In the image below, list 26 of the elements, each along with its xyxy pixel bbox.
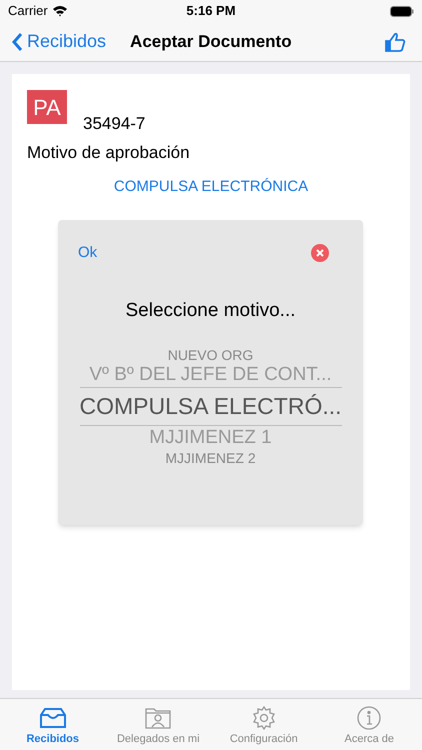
reason-label: Motivo de aprobación [27,142,191,164]
picker-option[interactable]: NUEVO ORG [168,347,254,363]
back-chevron-icon [12,32,23,52]
wifi-icon [52,5,68,17]
battery-icon [390,6,414,16]
thumbs-up-button[interactable] [384,30,406,52]
close-button[interactable] [311,244,329,262]
document-number: 35494-7 [83,112,146,134]
document-type-badge: PA [27,90,67,124]
inbox-icon [38,705,68,731]
status-time: 5:16 PM [186,2,236,20]
dialog-title: Seleccione motivo... [124,298,297,322]
tab-bar-item[interactable]: Delegados en mi [106,699,211,750]
picker-option[interactable]: MJJIMENEZ 1 [149,426,272,450]
picker-option[interactable]: Vº Bº DEL JEFE DE CONT... [89,363,332,387]
tab-bar-item[interactable]: Acerca de [316,699,422,750]
nav-title: Aceptar Documento [130,30,292,53]
tab-bar-item[interactable]: Configuración [211,699,316,750]
picker-option[interactable]: MJJIMENEZ 2 [165,450,256,466]
back-button[interactable]: Recibidos [12,28,106,55]
close-icon [316,249,324,258]
carrier-text: Carrier [8,2,48,20]
tab-bar-item[interactable]: Recibidos [0,699,106,750]
reason-link[interactable]: COMPULSA ELECTRÓNICA [114,176,308,198]
picker-option[interactable]: COMPULSA ELECTRÓ... [80,387,342,426]
ok-button[interactable]: Ok [78,242,98,264]
